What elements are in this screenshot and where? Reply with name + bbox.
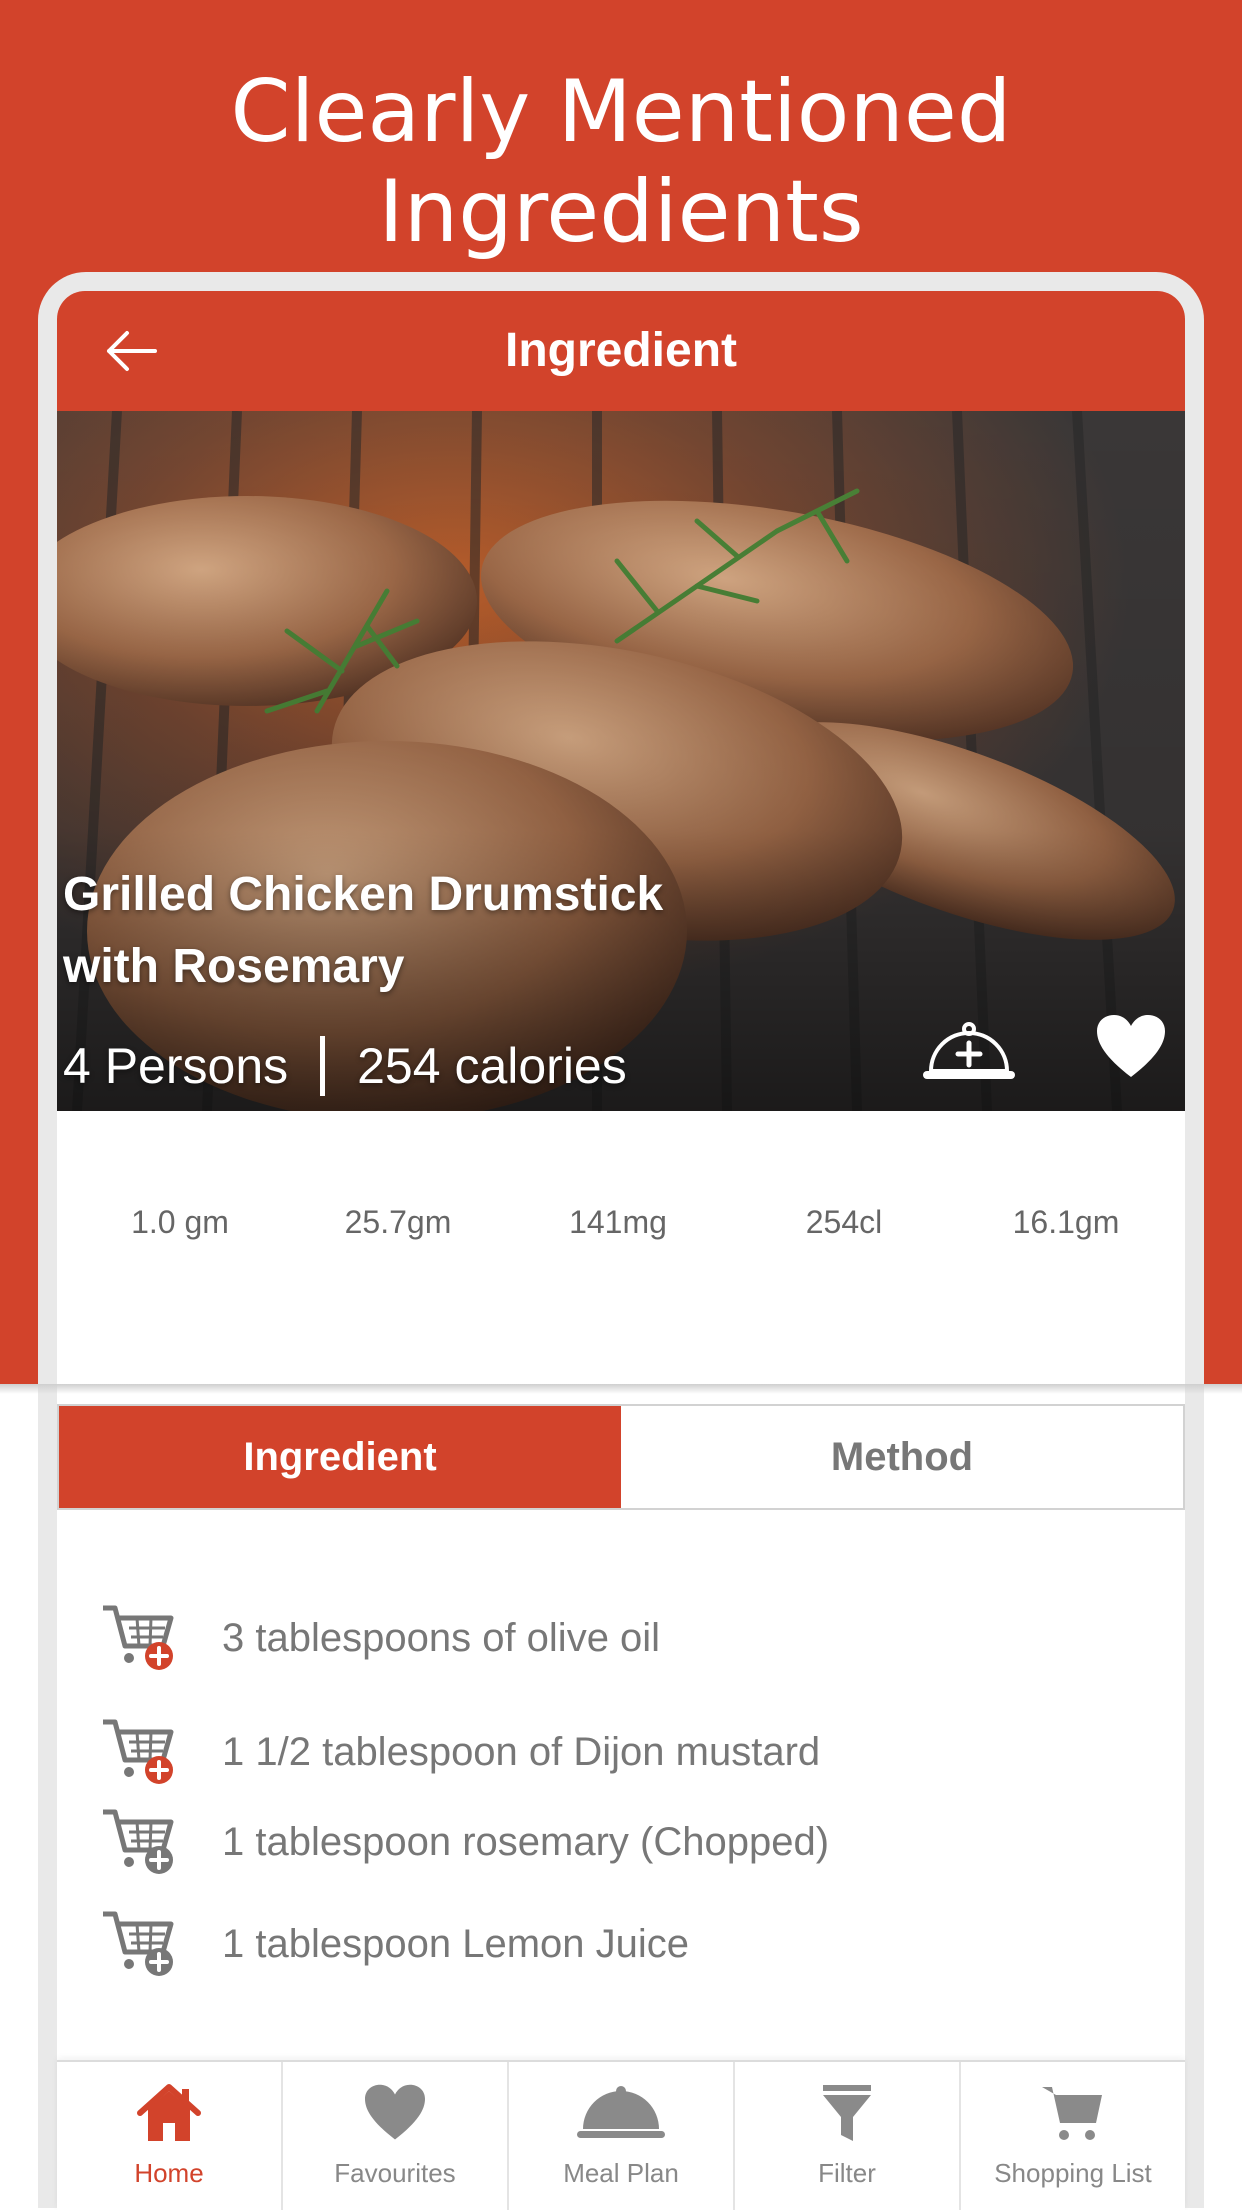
recipe-tabs: Ingredient Method	[57, 1404, 1185, 1510]
nutrition-value: 141mg	[542, 1146, 694, 1298]
nav-home[interactable]: Home	[57, 2062, 283, 2210]
recipe-title-line2: with Rosemary	[63, 940, 405, 993]
app-header: Ingredient	[57, 291, 1185, 411]
ingredient-text: 1 tablespoon Lemon Juice	[222, 1921, 689, 1966]
cart-plus-icon[interactable]	[101, 1716, 179, 1788]
nutrition-fat: 16.1gm Fat	[966, 1110, 1166, 1348]
nav-shopping-list[interactable]: Shopping List	[961, 2062, 1185, 2210]
nav-label: Filter	[818, 2158, 876, 2188]
grilled-chicken-photo	[57, 411, 1185, 1111]
recipe-title: Grilled Chicken Drumstick with Rosemary	[63, 859, 963, 1003]
nutrition-value: 16.1gm	[990, 1146, 1142, 1298]
filter-icon	[823, 2085, 871, 2141]
cart-icon	[1042, 2087, 1102, 2140]
nutrition-energy: 254cl Energy	[744, 1110, 944, 1348]
nav-meal-plan[interactable]: Meal Plan	[509, 2062, 735, 2210]
nav-filter[interactable]: Filter	[735, 2062, 961, 2210]
tab-method[interactable]: Method	[621, 1406, 1183, 1508]
calories-text: 254 calories	[357, 1038, 627, 1094]
nutrition-value: 254cl	[768, 1146, 920, 1298]
nav-favourites[interactable]: Favourites	[283, 2062, 509, 2210]
nav-label: Favourites	[334, 2158, 456, 2188]
list-item: 3 tablespoons of olive oil	[57, 1598, 1185, 1678]
cart-plus-icon[interactable]	[101, 1806, 179, 1878]
nav-label: Shopping List	[994, 2158, 1152, 2188]
bottom-navigation: Home Favourites Meal Plan Filter Shoppin…	[57, 2060, 1185, 2210]
band-shadow	[0, 1384, 1242, 1394]
nav-label: Meal Plan	[563, 2158, 679, 2188]
heart-icon[interactable]	[1095, 1013, 1167, 1081]
nutrition-protein: 25.7gm Protein	[298, 1110, 498, 1348]
nutrition-sodium: 141mg Sodium	[518, 1110, 718, 1348]
recipe-title-line1: Grilled Chicken Drumstick	[63, 868, 664, 921]
cloche-icon	[577, 2086, 665, 2138]
list-item: 1 tablespoon Lemon Juice	[57, 1904, 1185, 1984]
nutrition-panel: 1.0 gm Carbohydrate 25.7gm Protein 141mg…	[0, 1110, 1242, 1384]
ingredient-text: 3 tablespoons of olive oil	[222, 1615, 661, 1660]
list-item: 1 1/2 tablespoon of Dijon mustard	[57, 1712, 1185, 1792]
promo-title: Clearly Mentioned Ingredients	[230, 62, 1012, 262]
header-title: Ingredient	[504, 324, 737, 377]
nav-label: Home	[134, 2158, 204, 2188]
nutrition-label: Fat	[1045, 1316, 1087, 1347]
ingredient-text: 1 1/2 tablespoon of Dijon mustard	[222, 1729, 821, 1774]
nutrition-carbohydrate: 1.0 gm Carbohydrate	[80, 1110, 280, 1348]
nutrition-label: Energy	[796, 1316, 892, 1347]
meta-divider	[320, 1036, 326, 1096]
cart-plus-icon[interactable]	[101, 1602, 179, 1674]
servings-text: 4 Persons	[63, 1038, 289, 1094]
nutrition-label: Protein	[349, 1316, 447, 1347]
nutrition-label: Carbohydrate	[88, 1316, 272, 1347]
cloche-plus-icon[interactable]	[921, 1015, 1017, 1087]
recipe-hero-image: Grilled Chicken Drumstick with Rosemary …	[57, 411, 1185, 1111]
cart-plus-icon[interactable]	[101, 1908, 179, 1980]
home-icon	[137, 2084, 201, 2141]
nutrition-label: Sodium	[566, 1316, 670, 1347]
recipe-meta: 4 Persons 254 calories	[63, 1031, 627, 1101]
ingredient-text: 1 tablespoon rosemary (Chopped)	[222, 1819, 830, 1864]
nutrition-value: 25.7gm	[322, 1146, 474, 1298]
list-item: 1 tablespoon rosemary (Chopped)	[57, 1802, 1185, 1882]
tab-ingredient[interactable]: Ingredient	[59, 1406, 621, 1508]
heart-icon	[365, 2084, 425, 2140]
nutrition-value: 1.0 gm	[104, 1146, 256, 1298]
